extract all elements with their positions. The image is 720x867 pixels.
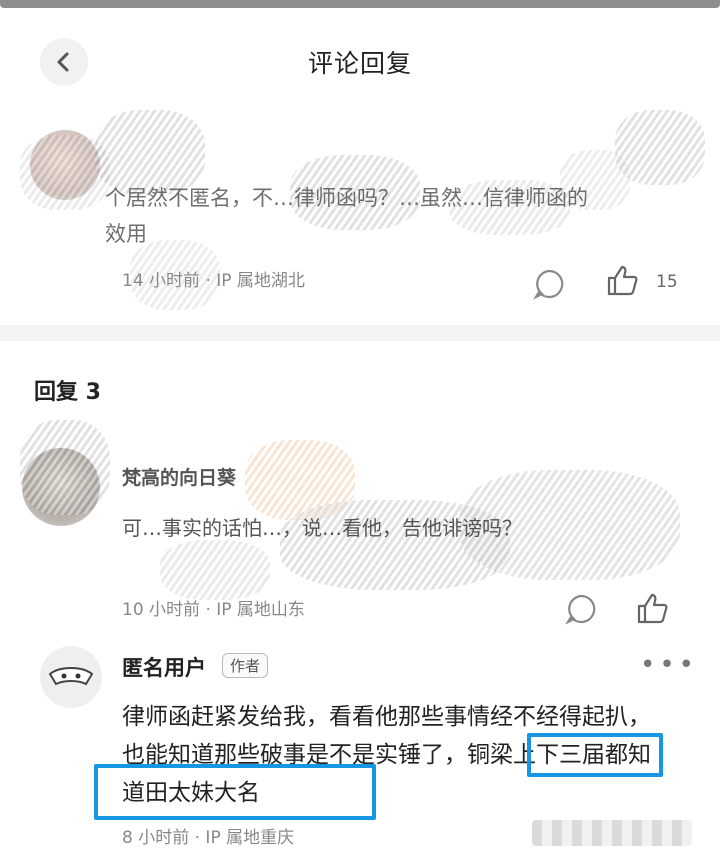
reply-meta: 8 小时前 · IP 属地重庆 bbox=[122, 828, 295, 848]
avatar[interactable] bbox=[40, 646, 102, 708]
thumbs-up-icon[interactable] bbox=[634, 590, 670, 626]
top-status-strip bbox=[0, 0, 720, 8]
redaction-scribble bbox=[160, 540, 270, 600]
parent-comment-text: 个居然不匿名，不…律师函吗？…虽然…信律师函的效用 bbox=[105, 186, 588, 246]
comment-bubble-icon[interactable] bbox=[564, 592, 598, 626]
like-count: 15 bbox=[656, 272, 678, 292]
reply-text: 可…事实的话怕…，说…看他，告他诽谤吗？ bbox=[122, 516, 522, 540]
redaction-scribble bbox=[615, 110, 705, 185]
watermark bbox=[532, 820, 692, 846]
page-title: 评论回复 bbox=[307, 49, 412, 78]
comment-bubble-icon[interactable] bbox=[532, 267, 566, 301]
highlight-box bbox=[527, 733, 663, 777]
reply-meta: 10 小时前 · IP 属地山东 bbox=[122, 600, 305, 620]
reply-author[interactable]: 匿名用户 bbox=[122, 652, 206, 682]
redaction-scribble bbox=[20, 135, 110, 210]
thumbs-up-icon[interactable] bbox=[604, 262, 640, 298]
replies-heading: 回复 3 bbox=[34, 380, 101, 405]
parent-comment: 个居然不匿名，不…律师函吗？…虽然…信律师函的效用 14 小时前 · IP 属地… bbox=[0, 110, 720, 325]
anonymous-mask-icon bbox=[48, 667, 94, 686]
more-dots-icon[interactable]: ••• bbox=[640, 650, 698, 680]
section-divider bbox=[0, 325, 720, 341]
reply-author[interactable]: 梵高的向日葵 bbox=[122, 463, 236, 490]
parent-comment-meta: 14 小时前 · IP 属地湖北 bbox=[122, 271, 305, 291]
highlight-box bbox=[94, 764, 376, 820]
author-badge: 作者 bbox=[222, 653, 269, 678]
redaction-scribble bbox=[20, 420, 110, 515]
